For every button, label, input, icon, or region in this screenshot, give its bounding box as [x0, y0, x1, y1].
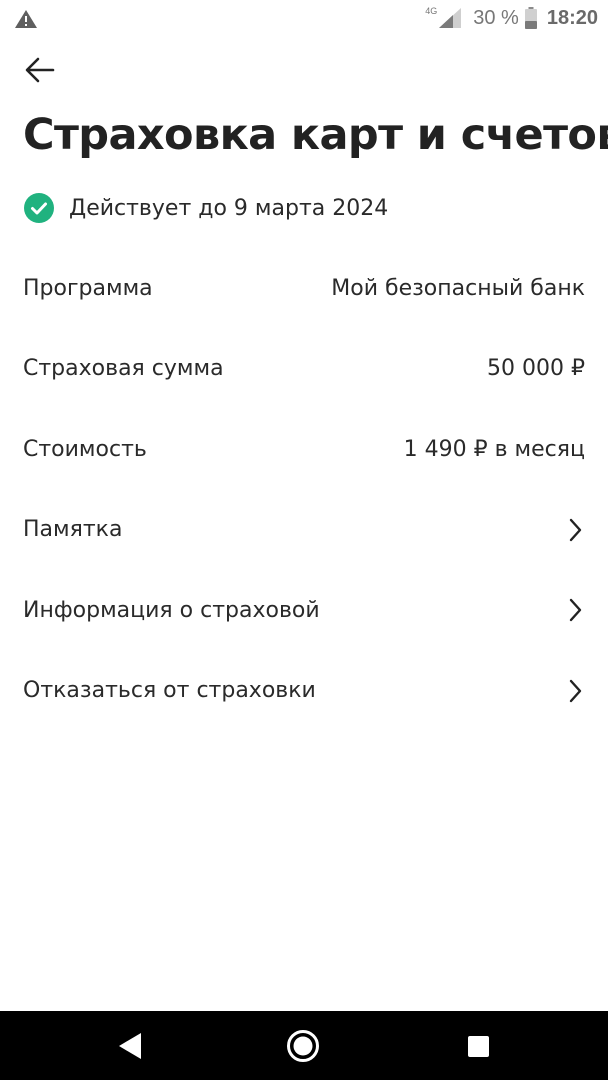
- status-indicators: 4G 30 % 18:20: [425, 0, 598, 36]
- chevron-right-icon: [569, 599, 582, 622]
- detail-row-cost: Стоимость 1 490 ₽ в месяц: [0, 409, 608, 490]
- status-bar: 4G 30 % 18:20: [0, 0, 608, 36]
- link-label: Памятка: [23, 517, 123, 543]
- detail-label: Стоимость: [23, 436, 147, 462]
- link-cancel-insurance[interactable]: Отказаться от страховки: [0, 651, 608, 732]
- clock: 18:20: [546, 6, 598, 29]
- page-title: Страховка карт и счетов: [23, 110, 608, 160]
- nav-home-icon[interactable]: [286, 1029, 320, 1063]
- detail-value: 50 000 ₽: [487, 356, 585, 382]
- link-memo[interactable]: Памятка: [0, 490, 608, 571]
- validity-text: Действует до 9 марта 2024: [69, 195, 389, 221]
- nav-back-icon[interactable]: [117, 1031, 143, 1061]
- link-insurer-info[interactable]: Информация о страховой: [0, 570, 608, 651]
- detail-row-sum: Страховая сумма 50 000 ₽: [0, 329, 608, 410]
- detail-row-program: Программа Мой безопасный банк: [0, 248, 608, 329]
- chevron-right-icon: [569, 679, 582, 702]
- battery-icon: [524, 7, 537, 29]
- back-button[interactable]: [20, 50, 60, 90]
- detail-label: Программа: [23, 275, 153, 301]
- signal-icon: [439, 8, 462, 28]
- network-type-label: 4G: [425, 6, 438, 16]
- link-label: Информация о страховой: [23, 597, 320, 623]
- detail-value: Мой безопасный банк: [331, 275, 585, 301]
- nav-recents-icon[interactable]: [468, 1036, 489, 1057]
- detail-label: Страховая сумма: [23, 356, 224, 382]
- warning-icon: [15, 10, 37, 28]
- validity-status: Действует до 9 марта 2024: [24, 192, 388, 224]
- system-nav-bar: [0, 1011, 608, 1080]
- check-circle-icon: [24, 193, 54, 223]
- link-label: Отказаться от страховки: [23, 678, 316, 704]
- chevron-right-icon: [569, 518, 582, 541]
- arrow-left-icon: [25, 57, 55, 83]
- detail-value: 1 490 ₽ в месяц: [403, 436, 585, 462]
- insurance-details-list: Программа Мой безопасный банк Страховая …: [0, 248, 608, 731]
- battery-percent: 30 %: [473, 6, 519, 29]
